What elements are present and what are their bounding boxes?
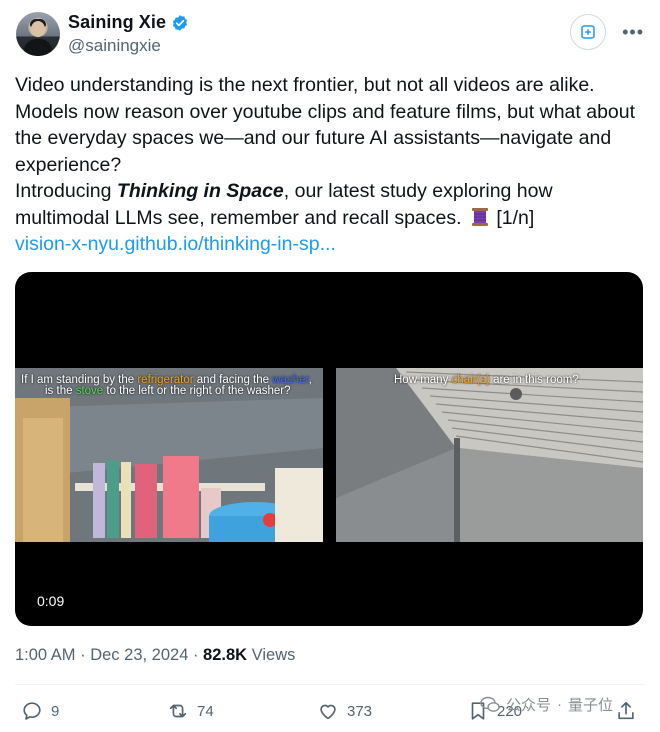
watermark-name: 量子位 — [568, 697, 614, 714]
like-button[interactable]: 373 — [317, 700, 372, 722]
author-name[interactable]: Saining Xie — [68, 12, 166, 33]
repost-button[interactable]: 74 — [167, 700, 214, 722]
like-count: 373 — [347, 702, 373, 720]
meta-separator: · — [188, 646, 204, 664]
thread-marker: [1/n] — [496, 206, 535, 229]
header-actions: ••• — [570, 14, 644, 50]
wechat-icon — [480, 696, 500, 712]
share-button[interactable] — [615, 700, 637, 722]
video-duration: 0:09 — [37, 593, 65, 609]
avatar-body — [24, 39, 52, 56]
divider — [15, 684, 645, 685]
watermark-dot: · — [557, 696, 563, 713]
share-icon — [618, 701, 634, 720]
project-link[interactable]: vision-x-nyu.github.io/thinking-in-sp... — [15, 233, 336, 255]
grok-button[interactable] — [570, 14, 607, 50]
video-frame-left: If I am standing by the refrigerator and… — [15, 368, 323, 542]
repost-icon — [169, 704, 187, 718]
views-count: 82.8K — [203, 646, 248, 664]
intro-prefix: Introducing — [15, 180, 117, 202]
heart-icon — [320, 704, 336, 720]
avatar-head — [31, 21, 45, 37]
tweet-header: Saining Xie @sainingxie ••• — [16, 12, 644, 60]
tweet-paragraph-1: Video understanding is the next frontier… — [15, 74, 636, 176]
reply-icon — [23, 702, 41, 720]
tweet-date[interactable]: Dec 23, 2024 — [90, 646, 188, 664]
video-player[interactable]: If I am standing by the refrigerator and… — [15, 272, 643, 626]
room-ceiling-illustration — [336, 368, 643, 542]
reply-count: 9 — [51, 702, 60, 720]
grok-icon — [581, 25, 595, 39]
watermark: 公众号 · 量子位 — [480, 694, 613, 715]
tweet-time[interactable]: 1:00 AM — [15, 646, 76, 664]
repost-count: 74 — [197, 702, 214, 720]
views-label: Views — [251, 646, 296, 664]
meta-separator: · — [75, 646, 91, 664]
verified-badge-icon — [173, 14, 188, 31]
tweet-text: Video understanding is the next frontier… — [15, 72, 645, 258]
watermark-platform: 公众号 — [506, 697, 552, 714]
video-frame-right: How many chair(s) are in this room? — [336, 368, 643, 542]
thread-spool-icon — [471, 207, 488, 226]
author-handle[interactable]: @sainingxie — [68, 36, 161, 56]
right-caption: How many chair(s) are in this room? — [394, 374, 579, 386]
more-options-icon[interactable]: ••• — [622, 23, 644, 41]
reply-button[interactable]: 9 — [21, 700, 59, 722]
avatar[interactable] — [16, 12, 60, 56]
left-caption-line2: is the stove to the left or the right of… — [45, 385, 291, 397]
tweet-paragraph-2: Introducing Thinking in Space, our lates… — [15, 178, 645, 231]
study-title: Thinking in Space — [116, 180, 284, 202]
tweet-meta: 1:00 AM · Dec 23, 2024 · 82.8K Views — [15, 646, 295, 665]
name-row: Saining Xie — [68, 12, 189, 33]
